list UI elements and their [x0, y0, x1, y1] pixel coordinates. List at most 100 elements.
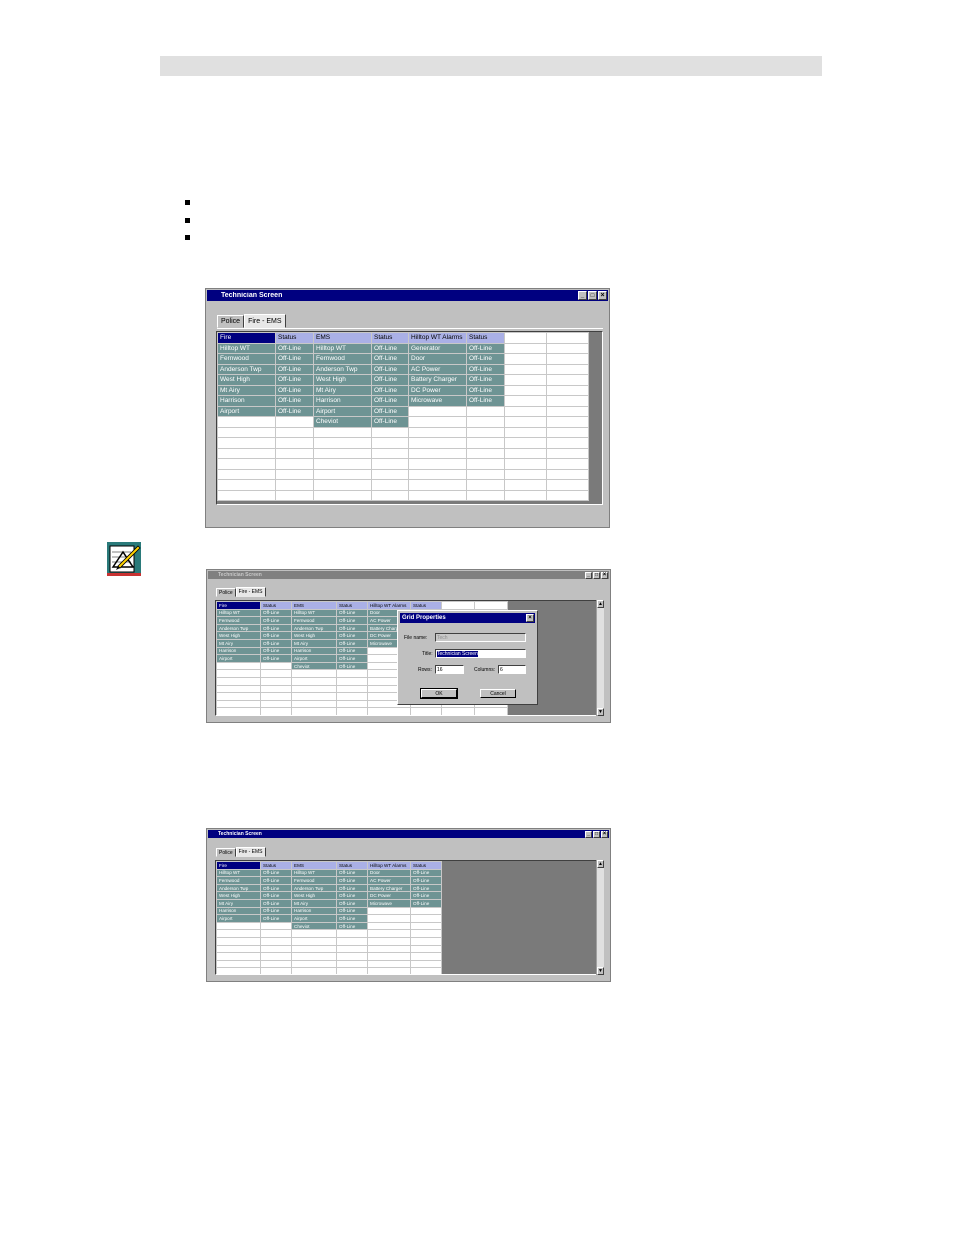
grid-cell[interactable]: [546, 479, 589, 491]
grid-cell[interactable]: West High: [216, 631, 261, 640]
grid-cell[interactable]: [546, 384, 589, 396]
grid-cell[interactable]: Airport: [313, 405, 372, 417]
grid-cell[interactable]: [408, 447, 467, 459]
grid-cell[interactable]: [367, 936, 411, 946]
grid-cell[interactable]: Off-Line: [260, 898, 292, 908]
grid-cell[interactable]: West High: [216, 891, 261, 900]
grid-cell[interactable]: Off-Line: [336, 876, 368, 885]
grid-cell[interactable]: Cheviot: [291, 921, 337, 931]
grid-cell[interactable]: Mt Airy: [216, 638, 261, 648]
grid-cell[interactable]: [367, 967, 411, 974]
grid-cell[interactable]: Off-Line: [336, 631, 368, 640]
grid-cell[interactable]: Off-Line: [260, 914, 292, 923]
grid-cell[interactable]: [466, 426, 505, 438]
grid-cell[interactable]: [291, 669, 337, 678]
grid-cell[interactable]: Off-Line: [260, 608, 292, 618]
grid-cell[interactable]: [410, 906, 442, 916]
grid-cell[interactable]: Harrison: [217, 395, 276, 407]
grid-cell[interactable]: [313, 437, 372, 449]
vertical-scrollbar[interactable]: ▲ ▼: [596, 600, 604, 716]
grid-cell[interactable]: Fernwood: [291, 876, 337, 885]
grid-cell[interactable]: [504, 342, 547, 354]
tab-police[interactable]: Police: [217, 315, 245, 328]
grid-cell[interactable]: [546, 437, 589, 449]
grid-cell[interactable]: Hilltop WT: [291, 868, 337, 878]
grid-cell[interactable]: Door: [367, 868, 411, 878]
grid-cell[interactable]: Off-Line: [466, 395, 505, 407]
grid-header-cell[interactable]: Hilltop WT Alarms: [408, 332, 467, 344]
grid-cell[interactable]: [546, 332, 589, 344]
tab-fire-ems[interactable]: Fire - EMS: [235, 587, 266, 597]
rows-field[interactable]: 16: [435, 665, 464, 674]
grid-cell[interactable]: Harrison: [216, 906, 261, 916]
grid-header-cell[interactable]: Status: [410, 861, 442, 870]
grid-cell[interactable]: Off-Line: [260, 906, 292, 916]
minimize-icon[interactable]: _: [585, 830, 592, 838]
grid-cell[interactable]: [260, 921, 292, 931]
grid-cell[interactable]: West High: [313, 374, 372, 386]
grid-cell[interactable]: [504, 468, 547, 480]
grid-header-cell[interactable]: Status: [260, 861, 292, 870]
grid-cell[interactable]: Off-Line: [371, 405, 409, 417]
grid-header-cell[interactable]: EMS: [291, 861, 337, 870]
grid-cell[interactable]: [275, 468, 314, 480]
grid-header-cell[interactable]: Fire: [216, 601, 261, 610]
scroll-up-icon[interactable]: ▲: [597, 860, 604, 868]
grid-cell[interactable]: Off-Line: [260, 876, 292, 885]
grid-cell[interactable]: [408, 416, 467, 428]
grid-cell[interactable]: [275, 479, 314, 491]
grid-cell[interactable]: [546, 416, 589, 428]
grid-cell[interactable]: [217, 447, 276, 459]
grid-pane[interactable]: Fire Status EMS Status Hilltop WT Alarms Stat…: [216, 331, 603, 505]
grid-cell[interactable]: Mt Airy: [291, 898, 337, 908]
grid-cell[interactable]: [291, 952, 337, 961]
grid-cell[interactable]: Off-Line: [336, 914, 368, 923]
grid-cell[interactable]: [367, 906, 411, 916]
grid-cell[interactable]: Off-Line: [275, 342, 314, 354]
grid-cell[interactable]: Off-Line: [371, 384, 409, 396]
grid-cell[interactable]: [367, 914, 411, 923]
grid-cell[interactable]: [336, 699, 368, 709]
grid-cell[interactable]: [260, 707, 292, 715]
grid-cell[interactable]: [336, 676, 368, 686]
grid-cell[interactable]: Off-Line: [371, 353, 409, 365]
grid-header-cell[interactable]: EMS: [291, 601, 337, 610]
grid-cell[interactable]: [408, 479, 467, 491]
grid-cell[interactable]: Airport: [291, 654, 337, 663]
grid-cell[interactable]: [291, 699, 337, 709]
grid-cell[interactable]: Off-Line: [336, 891, 368, 900]
grid-cell[interactable]: Hilltop WT: [217, 342, 276, 354]
grid-cell[interactable]: Off-Line: [466, 363, 505, 375]
scroll-up-icon[interactable]: ▲: [597, 600, 604, 608]
grid-cell[interactable]: Off-Line: [336, 623, 368, 633]
grid-cell[interactable]: [367, 707, 411, 715]
grid-cell[interactable]: DC Power: [367, 891, 411, 900]
grid-cell[interactable]: [260, 944, 292, 954]
maximize-icon[interactable]: □: [588, 291, 597, 300]
grid-cell[interactable]: Battery Charger: [367, 883, 411, 893]
minimize-icon[interactable]: _: [578, 291, 587, 300]
grid-cell[interactable]: [408, 437, 467, 449]
grid-cell[interactable]: Off-Line: [410, 883, 442, 893]
grid-cell[interactable]: [260, 699, 292, 709]
grid-cell[interactable]: [408, 405, 467, 417]
grid-cell[interactable]: [313, 426, 372, 438]
grid-cell[interactable]: Off-Line: [466, 342, 505, 354]
grid-cell[interactable]: [216, 959, 261, 969]
grid-cell[interactable]: Anderson Twp: [216, 623, 261, 633]
grid-cell[interactable]: Off-Line: [275, 384, 314, 396]
grid-cell[interactable]: [410, 914, 442, 923]
grid-cell[interactable]: AC Power: [367, 876, 411, 885]
grid-cell[interactable]: [216, 936, 261, 946]
grid-cell[interactable]: [410, 707, 442, 715]
grid-header-cell[interactable]: EMS: [313, 332, 372, 344]
grid-cell[interactable]: Off-Line: [260, 631, 292, 640]
grid-cell[interactable]: [367, 959, 411, 969]
grid-cell[interactable]: Off-Line: [275, 374, 314, 386]
grid-cell[interactable]: [260, 676, 292, 686]
grid-cell[interactable]: Off-Line: [260, 891, 292, 900]
grid-cell[interactable]: [336, 929, 368, 938]
grid-cell[interactable]: [441, 707, 475, 715]
grid-cell[interactable]: [291, 684, 337, 694]
grid-cell[interactable]: Off-Line: [336, 608, 368, 618]
